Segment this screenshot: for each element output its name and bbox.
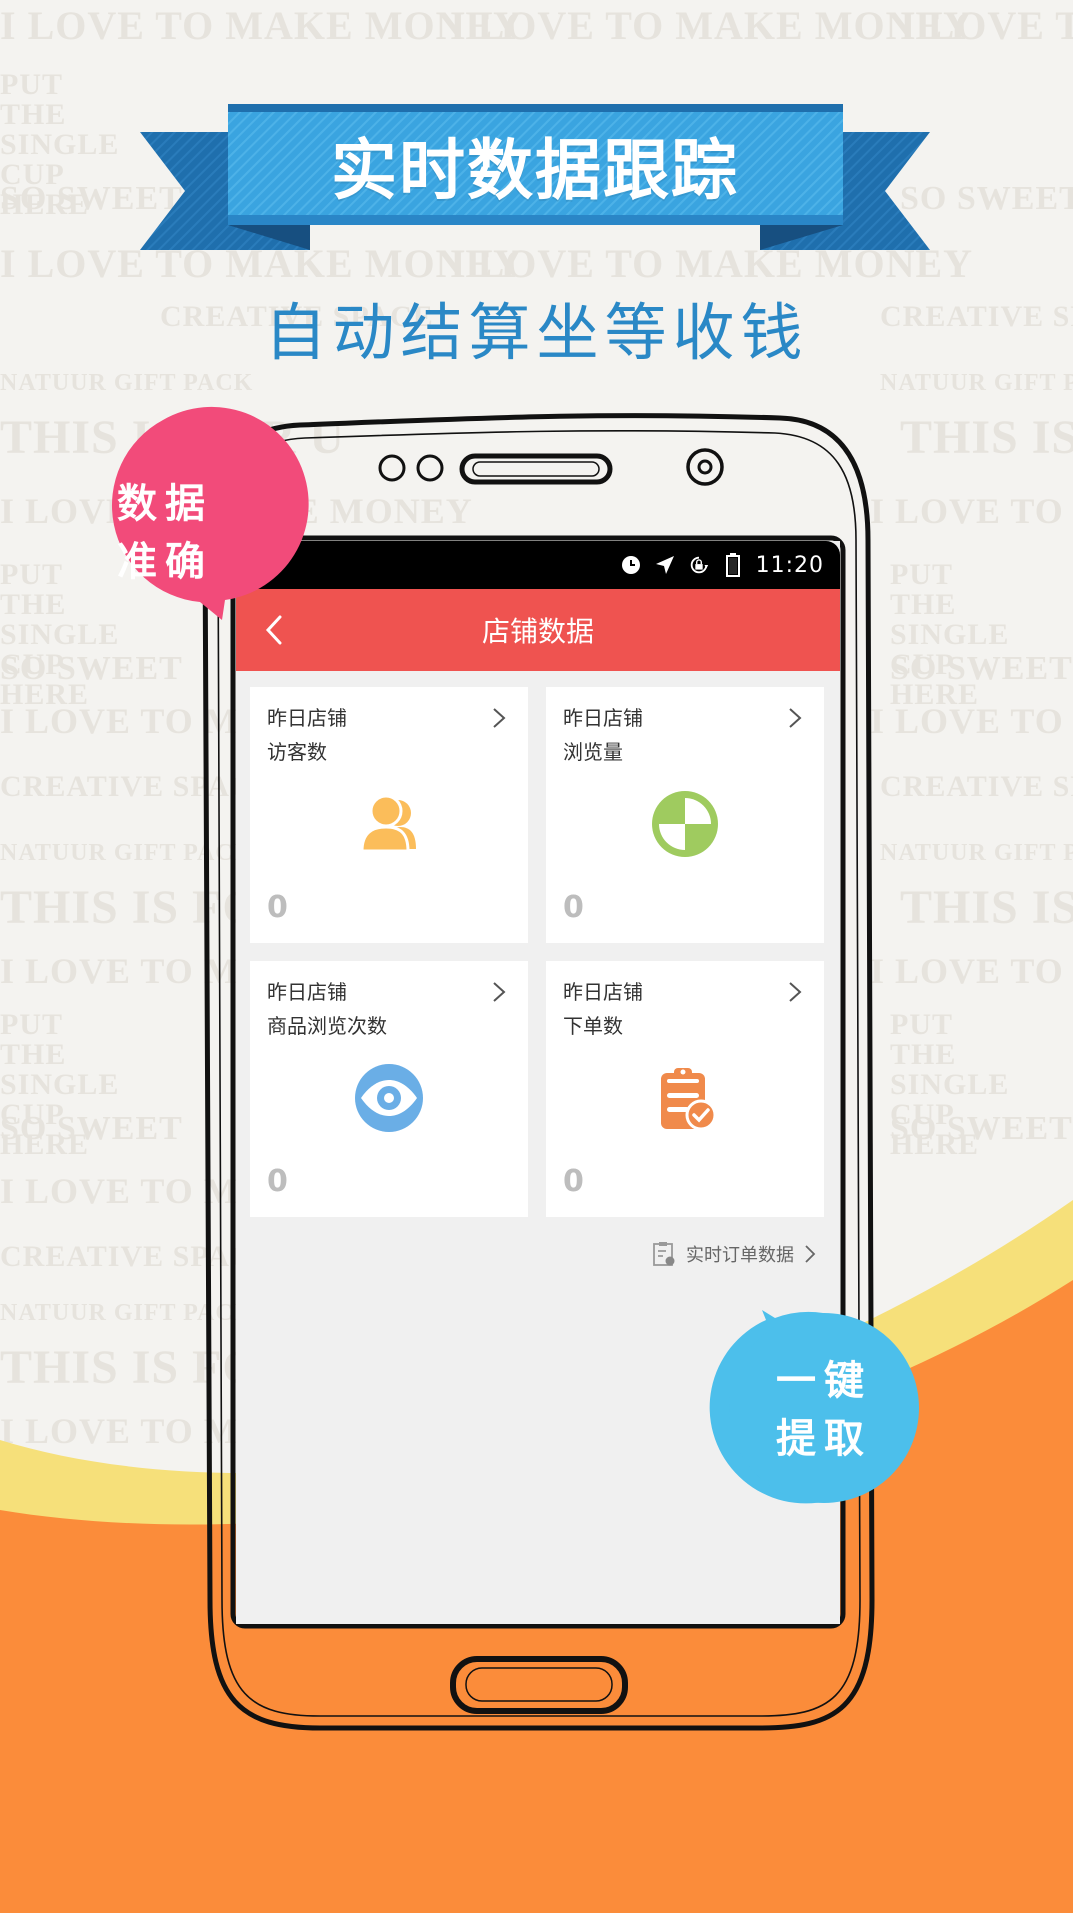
bubble-data-accurate: 数据 准确 (65, 448, 265, 618)
card-label-line2: 商品浏览次数 (267, 1014, 387, 1038)
chevron-left-icon (265, 615, 282, 645)
card-label-line1: 昨日店铺 (563, 706, 643, 730)
visitors-icon (360, 794, 416, 853)
card-value: 0 (563, 1164, 584, 1199)
rotation-lock-icon (688, 554, 710, 576)
card-label: 昨日店铺 商品浏览次数 (267, 975, 387, 1043)
status-bar: 11:20 (236, 541, 840, 589)
title-bar: 店铺数据 (236, 589, 840, 671)
status-time: 11:20 (755, 552, 824, 578)
card-value: 0 (563, 890, 584, 925)
bubble-line: 一键 (776, 1358, 872, 1404)
bubble-one-click-withdraw: 一键 提取 (728, 1325, 920, 1495)
page-title: 店铺数据 (481, 615, 594, 648)
stat-card-product-views[interactable]: 昨日店铺 商品浏览次数 0 (250, 961, 528, 1217)
back-button[interactable] (258, 613, 292, 647)
eye-icon (355, 1064, 423, 1132)
chevron-right-icon (493, 982, 506, 1002)
bubble-line: 数据 (117, 481, 213, 527)
stat-card-visitors[interactable]: 昨日店铺 访客数 0 (250, 687, 528, 943)
card-label-line1: 昨日店铺 (267, 980, 347, 1004)
bubble-line: 准确 (117, 539, 213, 585)
stat-card-orders[interactable]: 昨日店铺 下单数 0 (546, 961, 824, 1217)
stat-card-pageviews[interactable]: 昨日店铺 浏览量 0 (546, 687, 824, 943)
card-label-line2: 访客数 (267, 740, 327, 764)
card-value: 0 (267, 1164, 288, 1199)
bubble-line: 提取 (776, 1416, 872, 1462)
card-label: 昨日店铺 下单数 (563, 975, 643, 1043)
chevron-right-icon (493, 708, 506, 728)
card-label-line1: 昨日店铺 (267, 706, 347, 730)
banner-title: 实时数据跟踪 (331, 132, 739, 209)
card-label: 昨日店铺 浏览量 (563, 701, 643, 769)
chevron-right-icon (789, 708, 802, 728)
realtime-orders-label: 实时订单数据 (686, 1245, 794, 1266)
pageviews-icon (652, 791, 718, 857)
realtime-orders-link[interactable]: 实时订单数据 (652, 1241, 816, 1267)
card-value: 0 (267, 890, 288, 925)
alarm-icon (620, 554, 642, 576)
order-clipboard-icon (653, 1242, 675, 1266)
banner-subtitle: 自动结算坐等收钱 (264, 296, 809, 369)
location-arrow-icon (654, 554, 676, 576)
card-label-line2: 浏览量 (563, 740, 623, 764)
card-label-line2: 下单数 (563, 1014, 623, 1038)
stats-grid: 昨日店铺 访客数 0 昨日店铺 浏览量 0 昨日店铺 商品浏览次数 0 昨日店铺… (236, 671, 840, 1217)
card-label: 昨日店铺 访客数 (267, 701, 347, 769)
battery-icon (722, 553, 744, 577)
card-label-line1: 昨日店铺 (563, 980, 643, 1004)
chevron-right-icon (789, 982, 802, 1002)
clipboard-check-icon (661, 1068, 717, 1131)
chevron-right-icon (805, 1245, 816, 1263)
